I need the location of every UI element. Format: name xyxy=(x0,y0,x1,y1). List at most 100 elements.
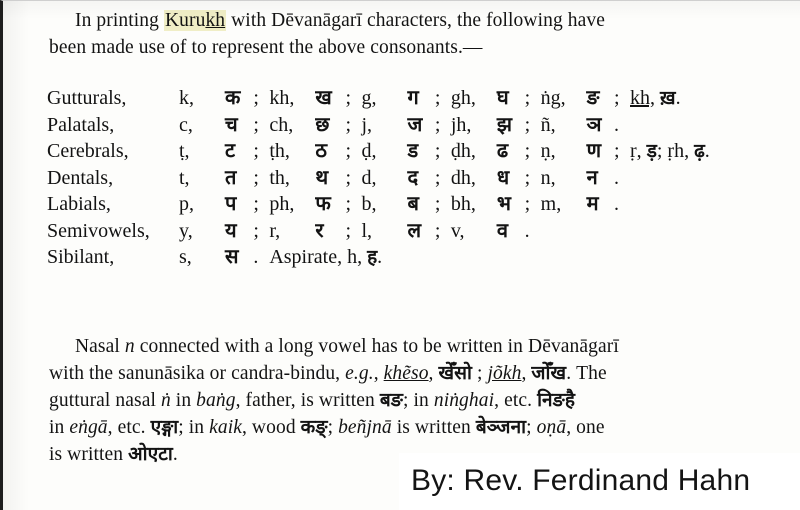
separator: ; xyxy=(345,140,352,162)
nasal-l4-g: ; xyxy=(526,417,537,438)
devanagari-letter: ठ xyxy=(315,138,327,162)
nasal-l3-e: , etc. xyxy=(494,390,538,411)
separator: ; xyxy=(434,87,441,109)
nasal-l4-a: in xyxy=(49,417,70,438)
example-word-enga: eṅgā xyxy=(69,417,108,438)
intro-text-after-highlight: with Dēvanāgarī characters, the followin… xyxy=(226,10,605,31)
roman-letter: t, xyxy=(179,166,190,189)
roman-letter: bh, xyxy=(450,193,476,215)
devanagari-letter: ङ xyxy=(586,85,600,109)
separator: ; xyxy=(345,166,352,189)
roman-letter: dh, xyxy=(450,166,476,189)
separator: . xyxy=(614,166,620,189)
kurukh-highlight-text: Kuru xyxy=(164,10,206,31)
table-row: Semivowels, y, य ; r, र ; l, ल ; v, व . xyxy=(47,218,777,245)
nasal-l5-b: . xyxy=(172,444,178,465)
tail-end: . xyxy=(675,87,681,109)
devanagari-letter: ण xyxy=(586,138,602,162)
author-caption: By: Rev. Ferdinand Hahn xyxy=(407,462,757,502)
devanagari-letter: ख xyxy=(315,85,332,109)
tail-mid: ; ṛh, xyxy=(656,140,690,162)
kurukh-highlight: Kurukh xyxy=(163,10,227,31)
nasal-l5-a: is written xyxy=(49,444,129,465)
separator: . xyxy=(614,193,620,215)
scanned-page: In printing Kurukh with Dēvanāgarī chara… xyxy=(0,0,800,510)
devanagari-letter: ट xyxy=(225,138,236,162)
roman-letter: ḍh, xyxy=(450,140,476,162)
roman-letter: ch, xyxy=(269,113,294,136)
nasal-l4-e: ; xyxy=(327,417,339,438)
intro-text-before-highlight: In printing xyxy=(75,10,164,31)
separator: ; xyxy=(524,193,531,215)
devanagari-letter: र xyxy=(315,217,324,242)
roman-letter: ph, xyxy=(269,193,295,215)
consonant-table: Gutturals, k, क ; kh, ख ; g, ग ; gh, घ ;… xyxy=(47,85,777,271)
nasal-l4-f: is written xyxy=(391,417,476,438)
nasal-l4-c: ; in xyxy=(178,417,210,438)
row-class-label: Labials, xyxy=(47,193,111,215)
roman-letter: g, xyxy=(361,87,377,109)
devanagari-letter: ध xyxy=(496,164,510,189)
eg-abbreviation: e.g. xyxy=(345,363,374,384)
row-tail: ṛ, ड़; ṛh, ढ़. xyxy=(630,138,777,165)
example-word-kheso: khẽso xyxy=(383,363,429,384)
nasal-l3-b: in xyxy=(170,390,197,411)
nasal-l2-c: ; xyxy=(472,363,488,384)
tail-end: . xyxy=(704,140,710,162)
table-row: Gutturals, k, क ; kh, ख ; g, ग ; gh, घ ;… xyxy=(47,85,777,112)
roman-letter: j, xyxy=(361,113,373,136)
intro-line-1: In printing Kurukh with Dēvanāgarī chara… xyxy=(49,7,767,34)
devanagari-letter: प xyxy=(225,191,237,215)
row-tail: kh, ख़. xyxy=(630,85,777,112)
nasal-l4-d: , wood xyxy=(241,417,301,438)
separator: ; xyxy=(253,166,259,189)
table-row: Cerebrals, ṭ, ट ; ṭh, ठ ; ḍ, ड ; ḍh, ढ ;… xyxy=(47,138,777,165)
devanagari-letter: घ xyxy=(496,85,509,109)
example-devanagari-enga: एङ्गा xyxy=(150,416,179,438)
roman-letter: gh, xyxy=(450,87,476,109)
devanagari-letter: ड xyxy=(407,138,419,162)
example-word-ona: oṇā xyxy=(536,417,567,438)
roman-letter: ñ, xyxy=(540,113,556,136)
example-devanagari-kaik: कङ् xyxy=(300,416,328,438)
nasal-line-1: Nasal n connected with a long vowel has … xyxy=(49,333,771,360)
roman-letter: jh, xyxy=(450,113,472,136)
separator: ; xyxy=(524,166,531,189)
nasal-line-4: in eṅgā, etc. एङ्गा; in kaik, wood कङ्; … xyxy=(49,414,771,441)
row-class-label: Dentals, xyxy=(47,166,114,189)
roman-letter: th, xyxy=(269,166,290,189)
tail-roman-underlined: kh, xyxy=(630,87,656,109)
row-spacer xyxy=(614,218,630,245)
aspirate-end: . xyxy=(377,246,383,268)
row-tail xyxy=(630,112,777,139)
devanagari-letter: ढ xyxy=(496,138,509,162)
roman-letter: kh, xyxy=(269,87,295,109)
roman-letter: ṅg, xyxy=(540,87,566,109)
separator: ; xyxy=(434,140,441,162)
separator: . xyxy=(614,113,620,136)
separator: ; xyxy=(434,193,441,215)
row-class-label: Sibilant, xyxy=(47,246,115,268)
nasal-l1-italic: n xyxy=(124,336,135,357)
table-row: Labials, p, प ; ph, फ ; b, ब ; bh, भ ; m… xyxy=(47,191,777,218)
table-row: Palatals, c, च ; ch, छ ; j, ज ; jh, झ ; … xyxy=(47,112,777,139)
tail-roman: ṛ, xyxy=(630,140,642,162)
separator: ; xyxy=(434,113,441,136)
roman-letter: c, xyxy=(179,113,193,136)
consonant-table-body: Gutturals, k, क ; kh, ख ; g, ग ; gh, घ ;… xyxy=(47,85,777,271)
table-row: Sibilant, s, स . Aspirate, h, ह. xyxy=(47,244,777,271)
row-tail xyxy=(630,191,777,218)
example-word-kaik: kaik xyxy=(209,417,242,438)
devanagari-letter: त xyxy=(225,164,237,189)
example-devanagari-ona: ओएटा xyxy=(128,443,173,465)
row-tail xyxy=(630,218,777,245)
devanagari-letter: च xyxy=(225,111,238,136)
devanagari-letter: ज xyxy=(407,111,423,136)
nasal-l2-a: with the sanunāsika or candra-bindu, xyxy=(49,363,346,384)
roman-letter: ṇ, xyxy=(540,140,556,162)
devanagari-letter: भ xyxy=(496,191,511,215)
row-class-label: Gutturals, xyxy=(47,87,127,109)
separator: ; xyxy=(614,87,620,109)
roman-letter: k, xyxy=(179,87,194,109)
roman-letter: n, xyxy=(540,166,556,189)
